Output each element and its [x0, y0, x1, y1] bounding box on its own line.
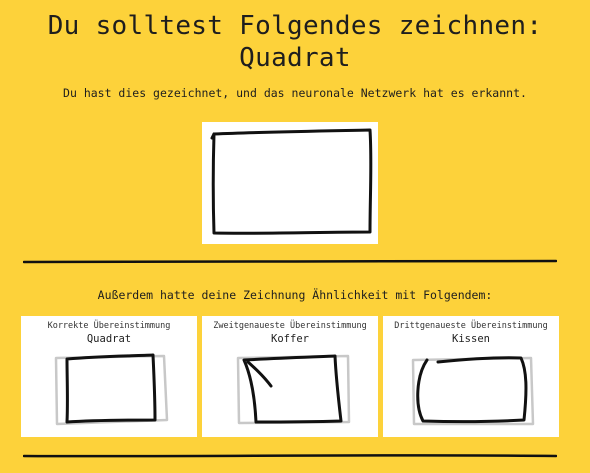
match-card-second: Zweitgenaueste Übereinstimmung Koffer — [202, 316, 378, 437]
match-drawing-koffer — [236, 354, 351, 425]
match-drawing-kissen — [411, 356, 535, 426]
prompt-line-1: Du solltest Folgendes zeichnen: — [47, 11, 543, 41]
match-card-correct: Korrekte Übereinstimmung Quadrat — [21, 316, 197, 437]
divider-bottom — [23, 453, 557, 459]
result-message: Du hast dies gezeichnet, und das neurona… — [63, 86, 527, 100]
match-drawing-quadrat — [54, 353, 169, 426]
similarity-heading: Außerdem hatte deine Zeichnung Ähnlichke… — [97, 288, 493, 302]
match-card-third: Drittgenaueste Übereinstimmung Kissen — [383, 316, 559, 437]
user-drawing-card — [202, 122, 378, 244]
prompt-heading: Du solltest Folgendes zeichnen: Quadrat — [0, 10, 590, 74]
user-drawing — [210, 128, 373, 235]
divider-top — [23, 259, 557, 265]
prompt-target-word: Quadrat — [239, 43, 351, 73]
